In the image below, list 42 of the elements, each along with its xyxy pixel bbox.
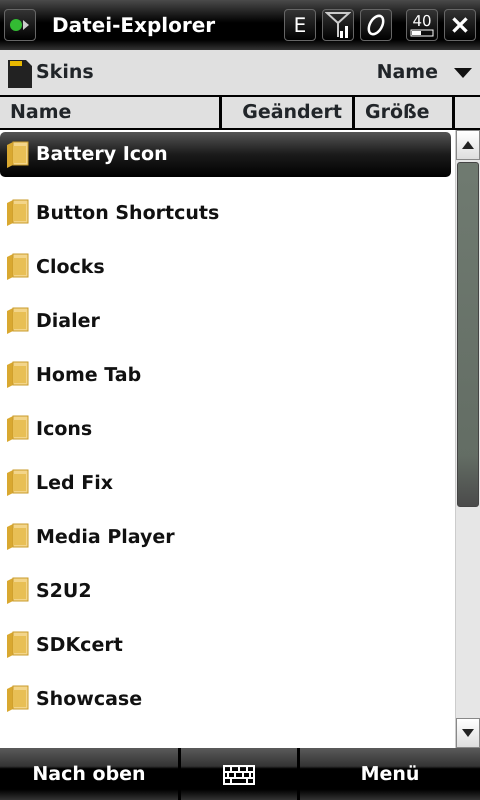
file-list-item[interactable]: Dialer [0, 294, 455, 348]
folder-icon [6, 523, 30, 551]
close-button[interactable] [444, 9, 476, 41]
network-type-indicator[interactable]: E [284, 9, 316, 41]
file-list-item[interactable]: SDKcert [0, 618, 455, 672]
up-arrow-icon [462, 141, 474, 149]
scroll-down-button[interactable] [456, 718, 480, 748]
folder-icon [6, 415, 30, 443]
signal-icon[interactable] [322, 9, 354, 41]
file-list-item[interactable]: Battery Icon [0, 132, 451, 177]
keyboard-icon [223, 764, 255, 785]
folder-icon [6, 631, 30, 659]
folder-icon [6, 253, 30, 281]
file-list-item[interactable]: Media Player [0, 510, 455, 564]
file-list-item[interactable]: Icons [0, 402, 455, 456]
folder-icon [6, 307, 30, 335]
folder-icon [6, 577, 30, 605]
speaker-icon[interactable] [360, 9, 392, 41]
folder-name: Skins [36, 60, 95, 86]
file-list-item[interactable]: S2U2 [0, 564, 455, 618]
sort-dropdown[interactable]: Name [376, 58, 472, 87]
memory-card-icon [8, 58, 32, 88]
down-arrow-icon [462, 729, 474, 737]
softkey-button[interactable]: Nach oben [0, 748, 178, 800]
keyboard-button[interactable] [181, 748, 297, 800]
scroll-up-button[interactable] [456, 130, 480, 160]
window-title: Datei-Explorer [52, 12, 216, 39]
file-list-item[interactable]: Led Fix [0, 456, 455, 510]
battery-indicator[interactable]: 40 [406, 9, 438, 41]
folder-icon [6, 361, 30, 389]
caret-icon [454, 68, 472, 78]
file-list-item[interactable]: Showcase [0, 672, 455, 726]
scrollbar-thumb[interactable] [457, 162, 479, 507]
folder-icon [6, 140, 30, 168]
file-list-item[interactable]: Button Shortcuts [0, 186, 455, 240]
start-icon[interactable] [4, 9, 36, 41]
file-list-item[interactable]: Home Tab [0, 348, 455, 402]
file-list-item[interactable]: Clocks [0, 240, 455, 294]
folder-icon [6, 199, 30, 227]
folder-icon [6, 469, 30, 497]
softkey-button[interactable]: Menü [300, 748, 480, 800]
folder-icon [6, 685, 30, 713]
